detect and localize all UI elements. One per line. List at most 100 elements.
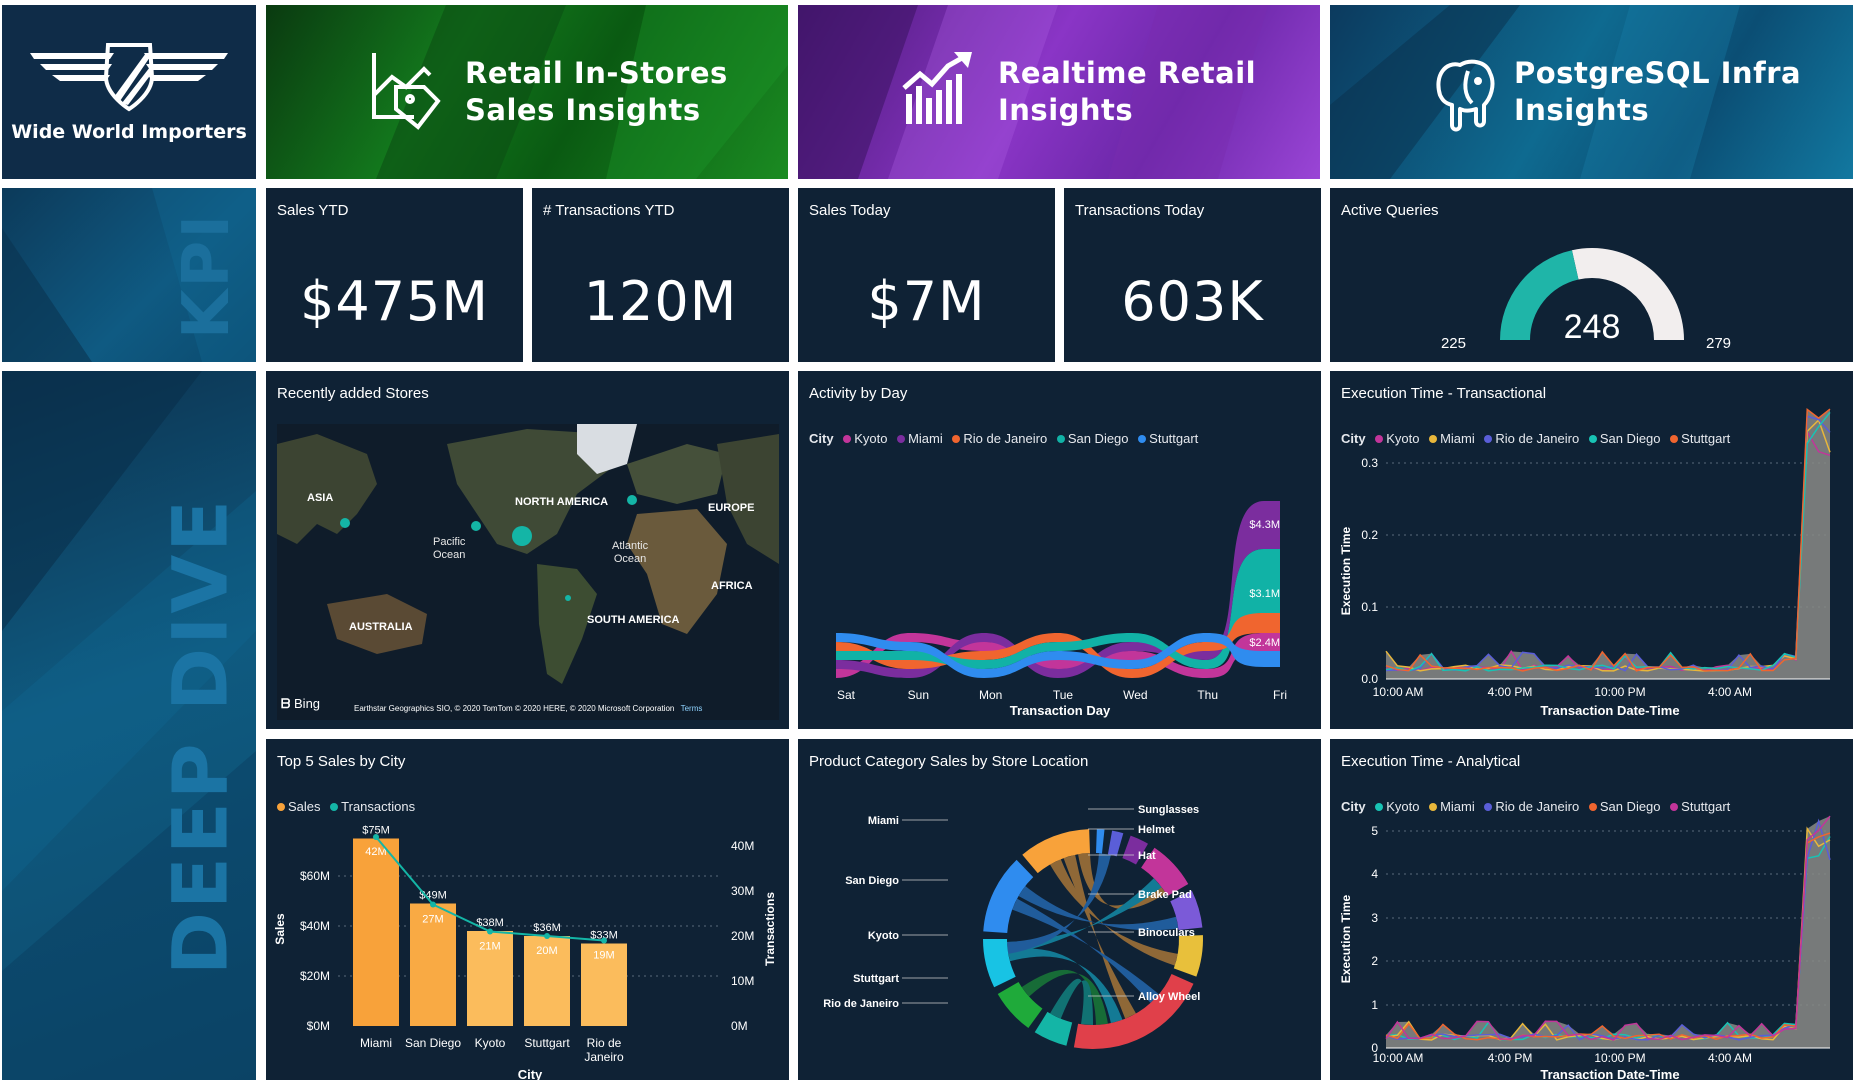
postgresql-elephant-icon [1436,59,1495,132]
point-transactions [487,928,493,935]
y-tick: 0.1 [1361,600,1378,614]
y-tick: 4 [1371,867,1378,881]
y-tick: 1 [1371,998,1378,1012]
kpi-title: Sales Today [809,202,891,219]
bing-b-icon: ᗷ [281,696,291,711]
kpi-card-sales-ytd[interactable]: Sales YTD $475M [266,188,523,362]
map-label-australia: AUSTRALIA [349,621,413,633]
activity-by-day-tile[interactable]: Activity by Day City Kyoto Miami Rio de … [798,371,1321,729]
y2-axis-title: Transactions [763,892,777,966]
world-map[interactable]: ASIA NORTH AMERICA EUROPE Pacific Ocean … [277,424,779,720]
activity-ribbon-chart: $4.3M $3.1M $2.4M Sat Sun Mon Tue Wed Thu Fri … [836,501,1287,718]
series-line [1385,408,1831,672]
banner-retail-instores[interactable]: Retail In-Stores Sales Insights [266,5,788,179]
chord-label-left: Stuttgart [853,973,899,985]
kpi-card-transactions-today[interactable]: Transactions Today 603K [1064,188,1321,362]
data-label: $2.4M [1249,637,1280,649]
area-fill [1386,409,1830,679]
chord-arc-sunglasses [1107,830,1124,857]
x-tick: Thu [1197,688,1218,702]
store-marker [512,526,532,546]
banner-postgresql-infra[interactable]: PostgreSQL Infra Insights [1330,5,1853,179]
kpi-card-sales-today[interactable]: Sales Today $7M [798,188,1055,362]
kpi-title: Transactions Today [1075,202,1205,219]
x-axis-title: Transaction Date-Time [1540,703,1679,718]
x-tick: 10:00 AM [1373,1051,1424,1065]
x-axis-title: City [518,1067,543,1080]
x-tick: 4:00 AM [1708,1051,1752,1065]
x-tick: 10:00 PM [1594,685,1645,699]
x-tick: San Diego [405,1036,461,1050]
data-label: $4.3M [1249,519,1280,531]
exec-time-analytical-tile[interactable]: Execution Time - Analytical City Kyoto M… [1330,739,1853,1080]
exec-trans-area-chart: 0.0 0.1 0.2 0.3 10:00 AM 4:00 PM 10:00 P… [1339,408,1831,718]
point-transactions [430,901,436,908]
x-tick: Janeiro [584,1050,624,1064]
kpi-side-panel: KPI [2,188,256,362]
kpi-value: $7M [867,270,986,333]
chord-label-right: Hat [1138,850,1156,862]
chord-label-right: Sunglasses [1138,804,1199,816]
banner-realtime-retail[interactable]: Realtime Retail Insights [798,5,1320,179]
map-label-asia: ASIA [307,492,334,504]
brand-name: Wide World Importers [11,121,247,143]
x-tick: Stuttgart [524,1036,570,1050]
exec-time-transactional-tile[interactable]: Execution Time - Transactional City Kyot… [1330,371,1853,729]
deep-dive-side-panel: DEEP DIVE [2,371,256,1080]
y-tick: 3 [1371,911,1378,925]
banner-title-line1: PostgreSQL Infra [1514,56,1802,90]
store-marker [340,518,350,528]
map-title: Recently added Stores [277,385,429,402]
ribbon-band [836,651,910,660]
chord-label-left: Rio de Janeiro [823,998,899,1010]
y2-tick: 40M [731,839,754,853]
point-transactions [544,933,550,939]
map-label-north-america: NORTH AMERICA [515,496,609,508]
bing-text: Bing [294,696,321,711]
x-tick: 10:00 AM [1373,685,1424,699]
series-line [1385,411,1831,672]
x-tick: Rio de [587,1036,622,1050]
data-label-transactions: 20M [536,945,557,957]
kpi-value: 120M [583,270,738,333]
product-category-chord-tile[interactable]: Product Category Sales by Store Location… [798,739,1321,1080]
chord-label-right: Brake Pad [1138,889,1192,901]
y-tick: $20M [300,969,330,983]
brand-wings-logo [30,43,228,112]
data-label-sales: $36M [533,922,561,934]
top5-combo-chart: $0M $20M $40M $60M 0M 10M 20M 30M 40M $7… [273,825,777,1080]
chord-label-right: Binoculars [1138,927,1195,939]
chord-label-left: Miami [868,815,899,827]
map-label-pacific: Pacific Ocean [433,536,466,561]
gauge-card-active-queries[interactable]: Active Queries 248 225 279 [1330,188,1853,362]
x-tick: Sun [908,688,929,702]
y2-tick: 0M [731,1019,748,1033]
chord-arc-sunglasses [1096,829,1105,854]
series-line [1385,415,1831,672]
gauge-max: 279 [1706,335,1731,352]
y-axis-title: Execution Time [1339,526,1353,615]
growth-chart-icon [902,52,972,124]
y-tick: 0.2 [1361,528,1378,542]
map-label-africa: AFRICA [711,580,753,592]
store-marker [565,595,571,601]
y-tick: $60M [300,869,330,883]
data-label-transactions: 27M [422,914,443,926]
y-tick: 2 [1371,954,1378,968]
kpi-card-transactions-ytd[interactable]: # Transactions YTD 120M [532,188,789,362]
data-label-transactions: 42M [365,846,386,858]
map-tile-recent-stores[interactable]: Recently added Stores ASIA NORTH AMERICA… [266,371,789,729]
gauge-min: 225 [1441,335,1466,352]
terms-link[interactable]: Terms [681,704,703,713]
world-map-shapes [277,424,779,720]
chord-label-left: Kyoto [868,930,899,942]
y-tick: $40M [300,919,330,933]
y-tick: $0M [307,1019,330,1033]
x-tick: 4:00 AM [1708,685,1752,699]
series-line [1385,418,1831,672]
gridlines [1386,830,1830,1006]
x-tick: Wed [1123,688,1147,702]
chord-arc-binoculars [1173,935,1203,977]
top5-sales-tile[interactable]: Top 5 Sales by City Sales Transactions $… [266,739,789,1080]
kpi-value: 603K [1121,270,1264,333]
